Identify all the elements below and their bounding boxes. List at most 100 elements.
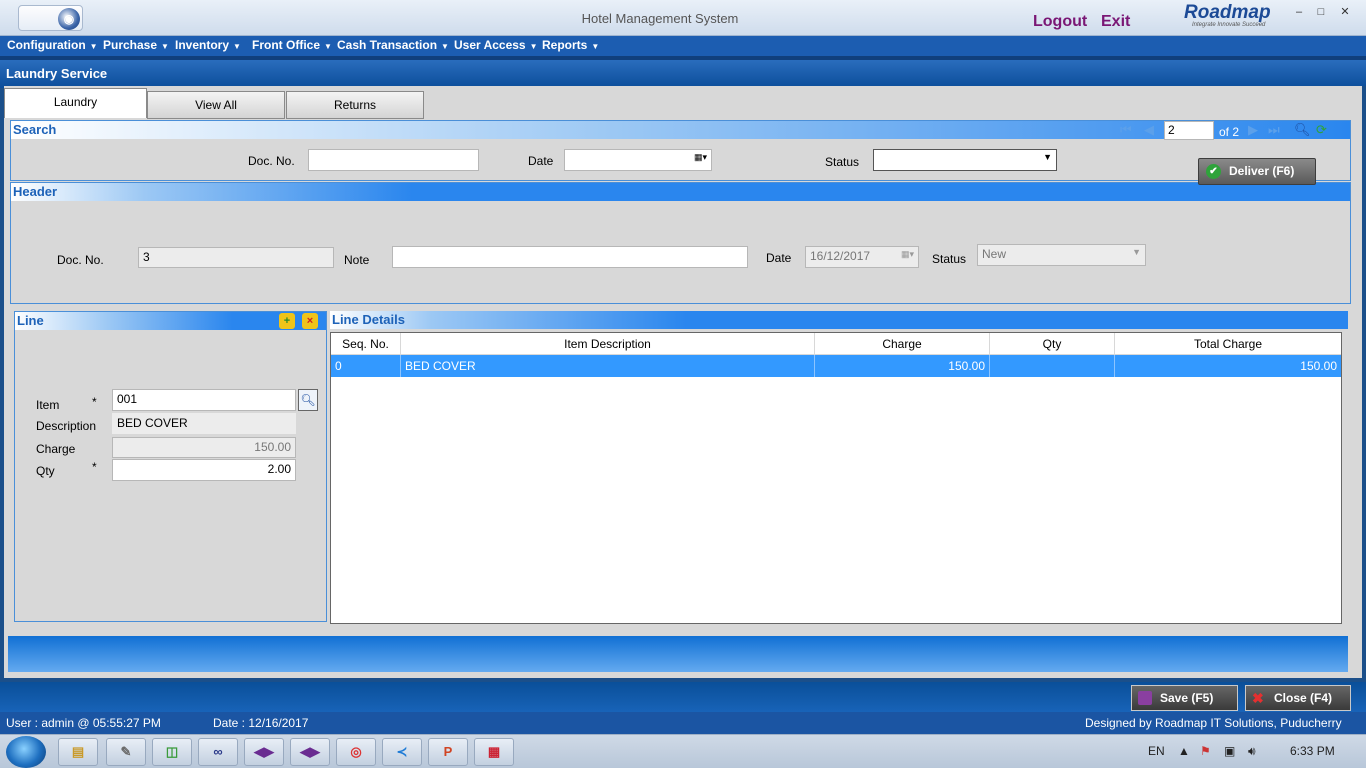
- header-panel-title: Header: [13, 184, 58, 199]
- taskbar-app-icon[interactable]: ▦: [474, 738, 514, 766]
- taskbar-powerpoint-icon[interactable]: P: [428, 738, 468, 766]
- save-button[interactable]: Save (F5): [1131, 685, 1238, 711]
- menu-purchase[interactable]: Purchase ▼: [103, 38, 169, 52]
- calendar-icon[interactable]: ▦▾: [694, 152, 707, 163]
- main-menu-bar: Configuration ▼ Purchase ▼ Inventory ▼ Fron…: [0, 36, 1366, 56]
- header-status-select[interactable]: New ▼: [977, 244, 1146, 266]
- taskbar-tools-icon[interactable]: ✎: [106, 738, 146, 766]
- line-qty-label: Qty: [36, 464, 55, 478]
- search-doc-no-label: Doc. No.: [248, 154, 295, 168]
- taskbar-visual-studio-icon[interactable]: ◀▶: [244, 738, 284, 766]
- taskbar-infinity-icon[interactable]: ∞: [198, 738, 238, 766]
- search-status-label: Status: [825, 155, 860, 169]
- menu-configuration[interactable]: Configuration ▼: [7, 38, 98, 52]
- first-record-icon[interactable]: ⏮: [1120, 122, 1132, 138]
- add-line-icon[interactable]: +: [279, 313, 295, 329]
- taskbar-visual-studio-2-icon[interactable]: ◀▶: [290, 738, 330, 766]
- cell-item-description: BED COVER: [401, 355, 815, 377]
- search-status-select[interactable]: ▼: [873, 149, 1057, 171]
- line-details-header: Line Details: [330, 311, 1348, 329]
- chevron-down-icon: ▼: [441, 42, 449, 51]
- window-title-bar: ◉ Hotel Management System Logout Exit Ro…: [0, 0, 1366, 36]
- minimize-button[interactable]: –: [1288, 2, 1310, 22]
- taskbar-network-icon[interactable]: ◫: [152, 738, 192, 766]
- line-item-label: Item: [36, 398, 60, 412]
- tab-returns[interactable]: Returns: [286, 91, 424, 119]
- logout-link[interactable]: Logout: [1033, 13, 1087, 31]
- taskbar-explorer-icon[interactable]: ▤: [58, 738, 98, 766]
- taskbar-vscode-icon[interactable]: ≺: [382, 738, 422, 766]
- header-note-input[interactable]: [392, 246, 748, 268]
- header-panel-header: Header: [11, 183, 1350, 201]
- taskbar-chrome-icon[interactable]: ◎: [336, 738, 376, 766]
- exit-link[interactable]: Exit: [1101, 13, 1130, 31]
- start-button-icon[interactable]: [6, 736, 46, 768]
- maximize-button[interactable]: □: [1310, 2, 1332, 22]
- tab-laundry[interactable]: Laundry: [4, 88, 147, 118]
- header-doc-no-field: 3: [138, 247, 334, 268]
- next-record-icon[interactable]: ▶: [1248, 122, 1258, 138]
- line-qty-required-marker: *: [92, 460, 97, 474]
- close-button[interactable]: ✖ Close (F4): [1245, 685, 1351, 711]
- tray-expand-icon[interactable]: ▲: [1178, 744, 1190, 758]
- deliver-button[interactable]: ✔ Deliver (F6): [1198, 158, 1316, 185]
- menu-front-office[interactable]: Front Office ▼: [252, 38, 332, 52]
- tray-clock[interactable]: 6:33 PM: [1290, 744, 1335, 758]
- pager-current-input[interactable]: 2: [1164, 121, 1214, 140]
- last-record-icon[interactable]: ⏭: [1268, 122, 1280, 138]
- previous-record-icon[interactable]: ◀: [1144, 122, 1154, 138]
- search-icon[interactable]: 🔍︎: [1294, 122, 1311, 138]
- form-bottom-band: [8, 636, 1348, 672]
- close-icon: ✖: [1252, 690, 1264, 706]
- column-header-qty[interactable]: Qty: [990, 333, 1115, 355]
- line-charge-label: Charge: [36, 442, 76, 456]
- close-window-button[interactable]: ✕: [1334, 2, 1356, 22]
- search-doc-no-input[interactable]: [308, 149, 479, 171]
- column-header-item-description[interactable]: Item Description: [401, 333, 815, 355]
- chevron-down-icon: ▼: [89, 42, 98, 51]
- remove-line-icon[interactable]: ×: [302, 313, 318, 329]
- menu-reports[interactable]: Reports ▼: [542, 38, 599, 52]
- menu-user-access[interactable]: User Access ▼: [454, 38, 538, 52]
- search-date-label: Date: [528, 154, 554, 168]
- line-item-required-marker: *: [92, 395, 97, 409]
- form-title-bar: Laundry Service: [0, 60, 1366, 88]
- app-logo-icon[interactable]: ◉: [58, 8, 80, 30]
- status-user: User : admin @ 05:55:27 PM: [6, 716, 161, 730]
- tray-flag-icon[interactable]: ⚑: [1200, 744, 1211, 758]
- brand-name: Roadmap: [1184, 2, 1271, 23]
- item-lookup-search-icon[interactable]: 🔍︎: [298, 389, 318, 411]
- tray-volume-icon[interactable]: 🔊︎: [1248, 744, 1256, 759]
- status-date: Date : 12/16/2017: [213, 716, 309, 730]
- language-indicator[interactable]: EN: [1148, 744, 1165, 758]
- header-panel: Header: [10, 182, 1351, 304]
- search-date-picker[interactable]: ▦▾: [564, 149, 712, 171]
- line-description-label: Description: [36, 419, 97, 433]
- line-qty-input[interactable]: 2.00: [112, 459, 296, 481]
- column-header-seq-no[interactable]: Seq. No.: [331, 333, 401, 355]
- column-header-total-charge[interactable]: Total Charge: [1115, 333, 1341, 355]
- column-header-charge[interactable]: Charge: [815, 333, 990, 355]
- menu-inventory[interactable]: Inventory ▼: [175, 38, 241, 52]
- table-row[interactable]: 0 BED COVER 150.00 150.00: [331, 355, 1341, 377]
- save-icon: [1138, 691, 1152, 705]
- chevron-down-icon: ▼: [529, 42, 538, 51]
- brand-tagline: Integrate Innovate Succeed: [1192, 22, 1266, 28]
- line-item-input[interactable]: 001: [112, 389, 296, 411]
- menu-cash-transaction[interactable]: Cash Transaction ▼: [337, 38, 449, 52]
- brand-logo: Roadmap Integrate Innovate Succeed: [1184, 2, 1284, 32]
- tab-view-all[interactable]: View All: [147, 91, 285, 119]
- chevron-down-icon: ▼: [591, 42, 600, 51]
- tray-network-icon[interactable]: ▣: [1224, 744, 1235, 758]
- refresh-icon[interactable]: ⟳: [1316, 122, 1327, 138]
- chevron-down-icon: ▼: [233, 42, 241, 51]
- header-status-label: Status: [932, 252, 967, 266]
- calendar-icon[interactable]: ▦▾: [901, 249, 914, 260]
- header-doc-no-label: Doc. No.: [57, 253, 104, 267]
- cell-qty: [990, 355, 1115, 377]
- header-note-label: Note: [344, 253, 370, 267]
- chevron-down-icon: ▼: [161, 42, 169, 51]
- line-details-table: Seq. No. Item Description Charge Qty Tot…: [330, 332, 1342, 624]
- os-taskbar: ▤ ✎ ◫ ∞ ◀▶ ◀▶ ◎ ≺ P ▦ EN ▲ ⚑ ▣ 🔊︎ 6:33 P…: [0, 734, 1366, 768]
- header-date-picker[interactable]: 16/12/2017 ▦▾: [805, 246, 919, 268]
